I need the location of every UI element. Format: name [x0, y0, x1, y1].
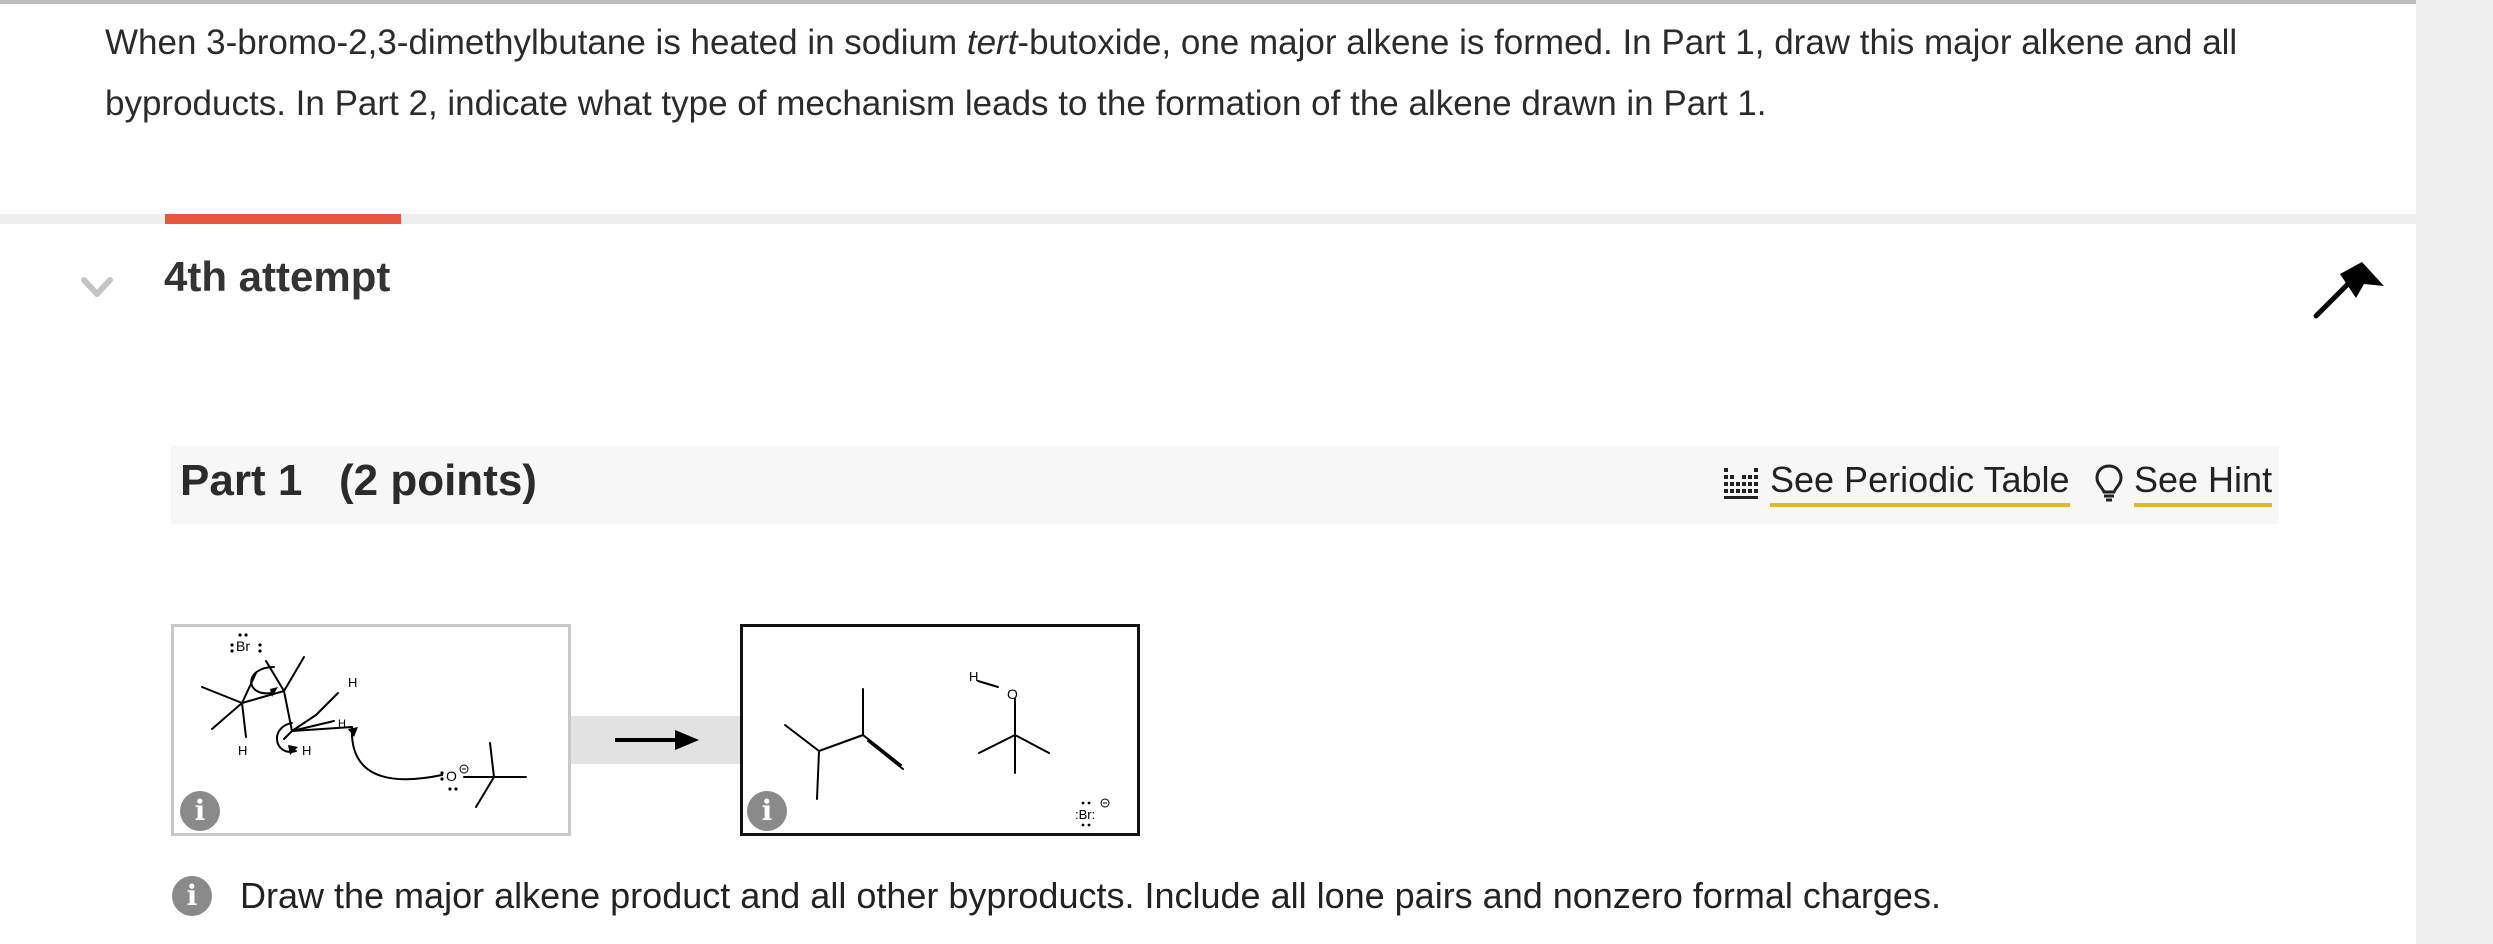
question-text-start: When 3-bromo-2,3-dimethylbutane is heate… — [105, 23, 967, 62]
question-text: When 3-bromo-2,3-dimethylbutane is heate… — [105, 12, 2355, 134]
see-hint-link[interactable]: See Hint — [2094, 455, 2273, 511]
atom-h: H — [338, 718, 346, 730]
periodic-table-icon — [1724, 468, 1758, 499]
atom-h: H — [302, 743, 311, 758]
top-rule — [0, 0, 2416, 4]
reaction-connector — [571, 716, 741, 764]
info-icon[interactable]: i — [747, 791, 787, 831]
chevron-down-icon[interactable] — [78, 268, 116, 306]
atom-o: O — [446, 768, 457, 784]
attempt-title[interactable]: 4th attempt — [164, 253, 390, 301]
arrow-right-icon — [615, 730, 699, 750]
drawing-instructions: Draw the major alkene product and all ot… — [240, 875, 1941, 916]
info-icon: i — [172, 876, 212, 916]
part-points: (2 points) — [338, 456, 537, 505]
see-periodic-table-link[interactable]: See Periodic Table — [1722, 455, 2070, 511]
atom-br: :Br: — [1075, 807, 1095, 822]
lightbulb-icon — [2095, 464, 2123, 502]
scrollbar-track[interactable] — [2416, 0, 2493, 944]
mechanism-drawing: Br H H H H O — [201, 633, 527, 808]
attempt-tab-indicator — [165, 214, 401, 224]
question-text-italic: tert — [966, 23, 1018, 62]
product-drawing: H O :Br: — [784, 669, 1110, 827]
atom-o: O — [1007, 686, 1018, 702]
part-title: Part 1 (2 points) — [180, 456, 537, 506]
reactant-mechanism-panel[interactable]: Br H H H H O i — [171, 624, 571, 836]
atom-h: H — [238, 743, 247, 758]
atom-h: H — [348, 675, 357, 690]
see-periodic-table-label[interactable]: See Periodic Table — [1770, 459, 2070, 507]
atom-br: Br — [236, 638, 250, 654]
info-icon[interactable]: i — [180, 791, 220, 831]
flag-icon[interactable] — [2312, 258, 2388, 320]
atom-h: H — [969, 669, 978, 684]
lone-pair-dots — [230, 633, 458, 791]
product-drawing-panel[interactable]: H O :Br: i — [740, 624, 1140, 836]
see-hint-label[interactable]: See Hint — [2134, 459, 2273, 507]
part-number: Part 1 — [180, 456, 303, 505]
